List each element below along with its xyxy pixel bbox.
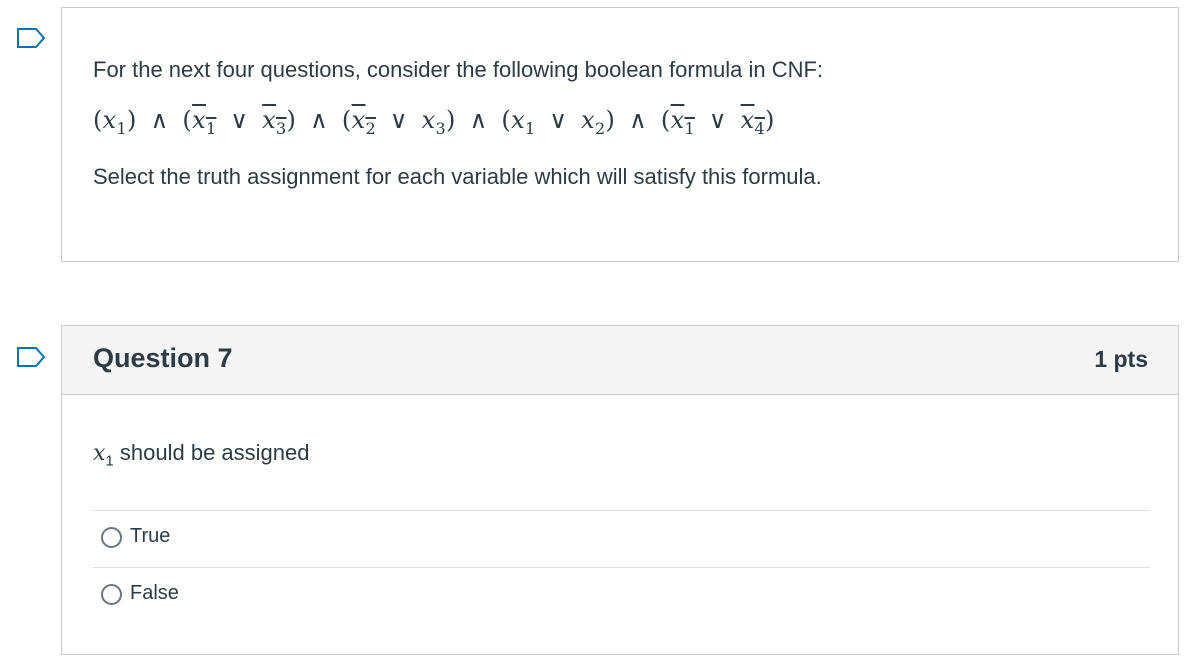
intro-instruction: For the next four questions, consider th…	[93, 57, 824, 82]
question-title: Question 7	[93, 343, 233, 373]
radio-button-icon[interactable]	[101, 527, 122, 548]
cnf-formula: (x1) ∧ (x1 ∨ x3) ∧ (x2 ∨ x3) ∧ (x1 ∨ x2)…	[93, 106, 775, 138]
radio-button-icon[interactable]	[101, 584, 122, 605]
question-header: Question 7 1 pts	[62, 326, 1178, 395]
answer-label: False	[130, 582, 179, 604]
question-prompt: x1 should be assigned	[93, 440, 310, 470]
flag-question-7-icon[interactable]	[16, 347, 46, 367]
answer-true[interactable]: True	[93, 510, 1150, 567]
answer-false[interactable]: False	[93, 567, 1150, 624]
intro-question-text: Select the truth assignment for each var…	[93, 164, 822, 189]
question-points: 1 pts	[1094, 346, 1148, 372]
answer-label: True	[130, 525, 171, 547]
intro-text-card: For the next four questions, consider th…	[61, 7, 1179, 262]
question-7-card: Question 7 1 pts x1 should be assigned T…	[61, 325, 1179, 655]
answer-options: True False	[93, 510, 1150, 624]
flag-question-icon[interactable]	[16, 28, 46, 48]
